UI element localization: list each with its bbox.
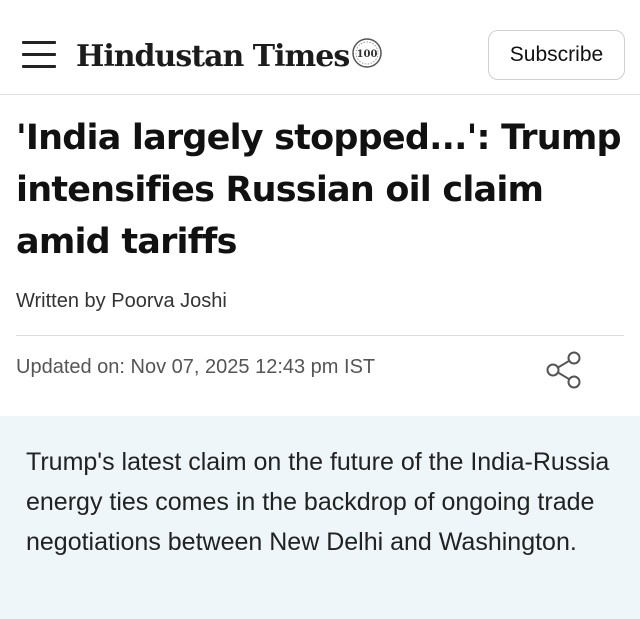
divider: [16, 335, 624, 336]
centenary-badge-icon: 100: [352, 38, 382, 68]
site-header: Hindustan Times 100 Subscribe: [0, 0, 640, 95]
menu-line: [22, 41, 56, 44]
byline-prefix: Written by: [16, 290, 106, 312]
updated-value: Nov 07, 2025 12:43 pm IST: [130, 356, 376, 378]
byline: Written by Poorva Joshi: [16, 290, 227, 313]
site-logo[interactable]: Hindustan Times 100: [76, 36, 383, 76]
updated-timestamp: Updated on: Nov 07, 2025 12:43 pm IST: [16, 356, 375, 379]
updated-label: Updated on:: [16, 356, 125, 378]
subscribe-button[interactable]: Subscribe: [488, 30, 625, 80]
badge-text: 100: [357, 49, 378, 60]
share-icon[interactable]: [545, 350, 583, 390]
article-headline: 'India largely stopped...': Trump intens…: [16, 118, 622, 262]
logo-text: Hindustan Times: [76, 38, 350, 74]
hamburger-menu-icon[interactable]: [22, 41, 56, 69]
menu-line: [22, 65, 56, 68]
menu-line: [22, 53, 56, 56]
author-link[interactable]: Poorva Joshi: [111, 290, 227, 312]
article-summary: Trump's latest claim on the future of th…: [26, 448, 610, 556]
